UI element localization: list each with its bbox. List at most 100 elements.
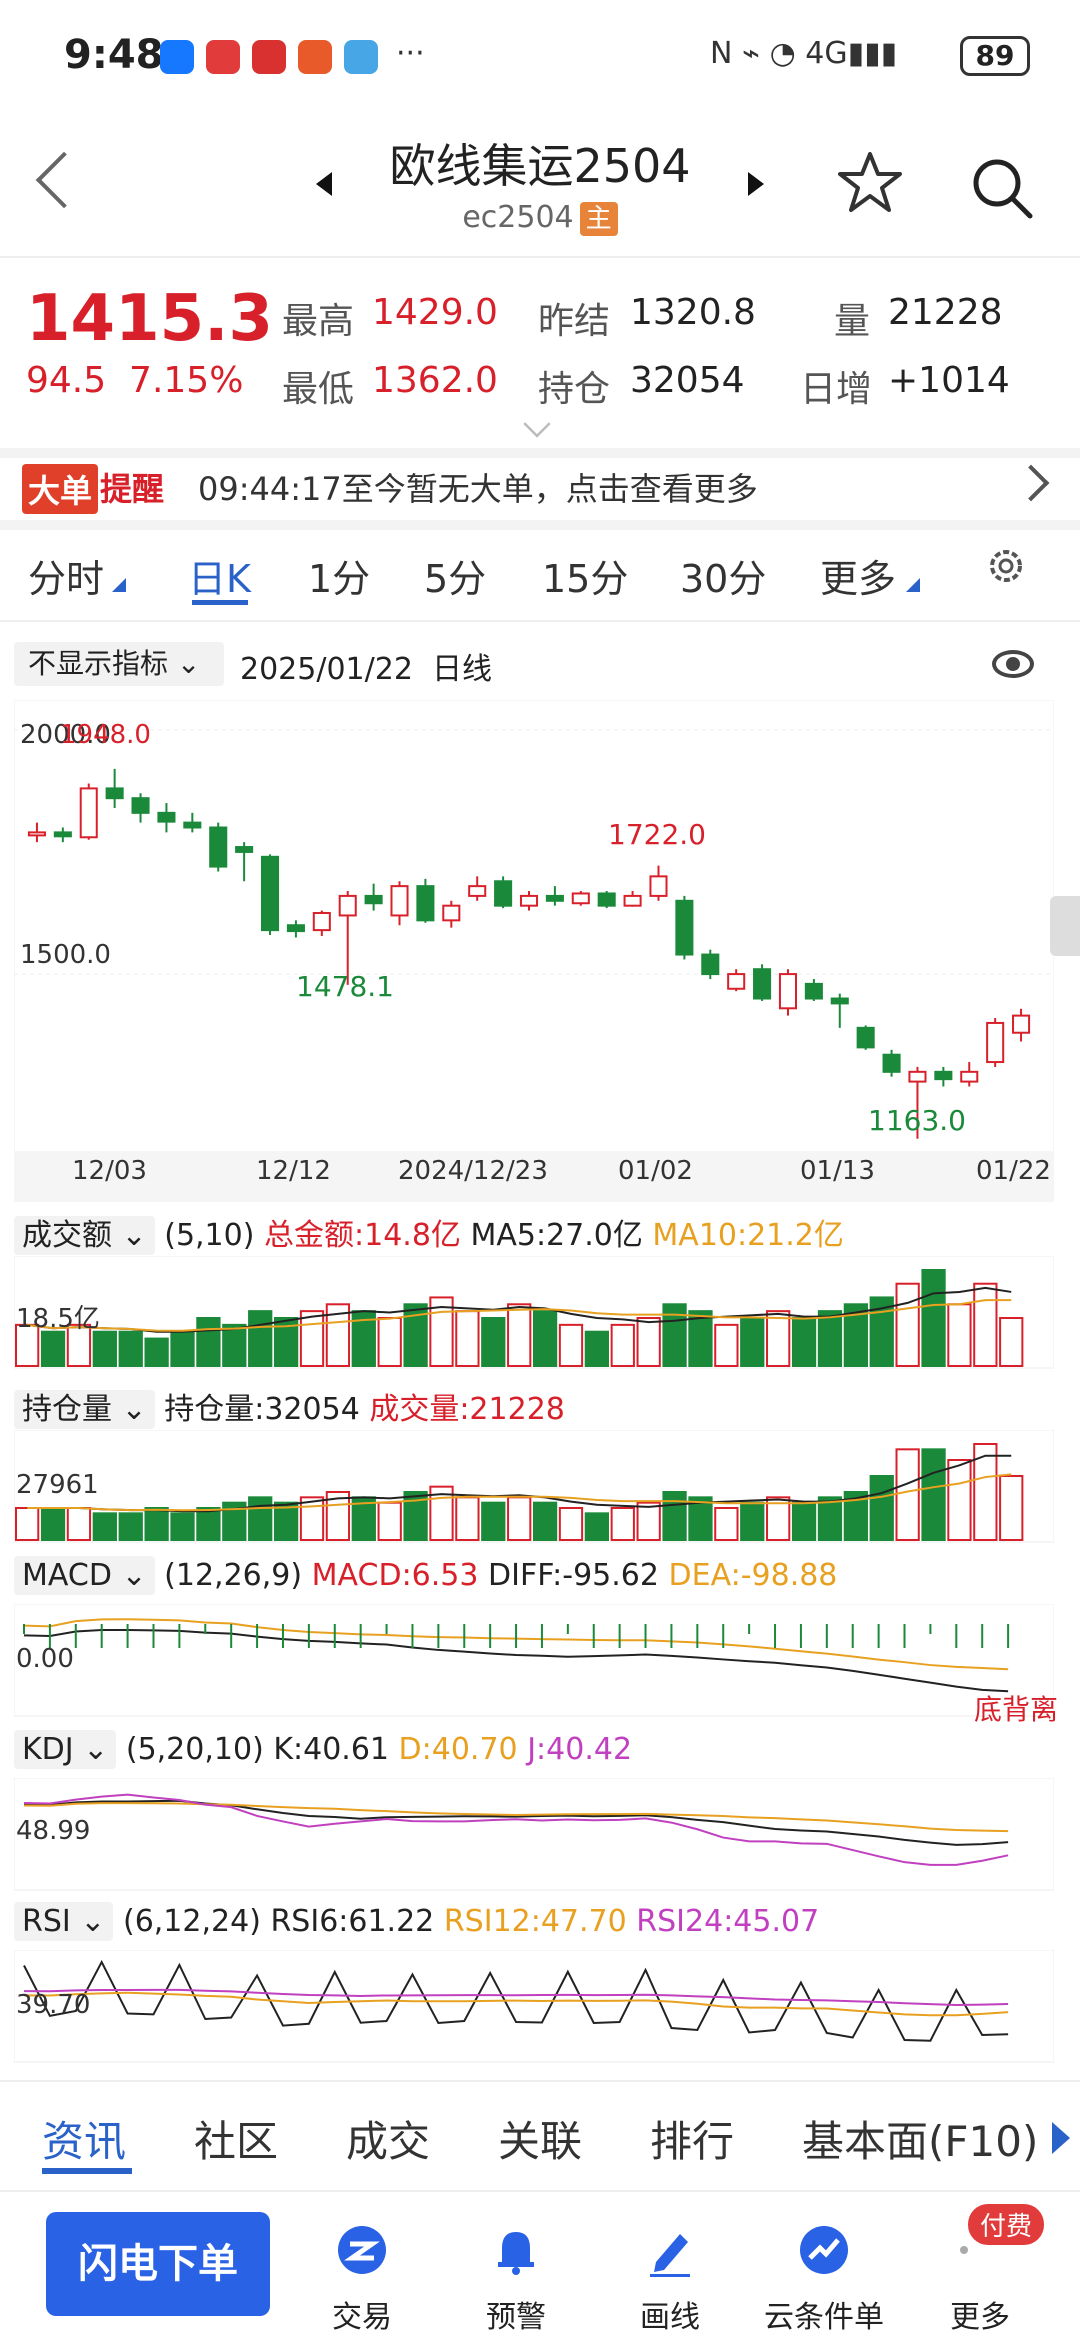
volchart-bar [455,1310,480,1367]
vol-indicator-select[interactable]: 成交额 ⌄ [14,1216,155,1255]
contract-code-text: ec2504 [462,200,574,235]
indicator-divider [0,620,1080,622]
cloud-order-button[interactable]: 云条件单 [764,2222,884,2336]
price-change: 94.5 7.15% [26,360,243,401]
indicator-selector[interactable]: 不显示指标 ⌄ [14,642,224,686]
kline-mid-axis: 1500.0 [20,940,111,970]
macd-indicator-select[interactable]: MACD ⌄ [14,1556,155,1595]
oichart-bar [869,1475,894,1541]
candle-body [545,894,564,902]
oichart-bar [144,1507,169,1541]
candle-body [1012,1014,1031,1034]
tab-daily-k[interactable]: 日K [188,548,251,603]
alert-text[interactable]: 09:44:17至今暂无大单，点击查看更多 [198,464,758,510]
oi-value: 持仓量:32054 [164,1392,360,1427]
volchart-bar [118,1330,143,1367]
low-label: 最低 [282,369,355,410]
settings-gear-icon[interactable] [984,544,1028,588]
oi-indicator-select[interactable]: 持仓量 ⌄ [14,1390,155,1429]
vol-ma5: MA5:27.0亿 [470,1218,643,1253]
candle-body [235,846,254,853]
alert-button[interactable]: 预警 [456,2222,576,2336]
kdj-d: D:40.70 [398,1732,518,1767]
oichart-bar [248,1496,273,1542]
expand-chevron-icon[interactable] [523,410,551,438]
macd-divergence-note: 底背离 [974,1693,1059,1726]
oichart-bar [714,1507,739,1541]
volchart-bar [481,1317,506,1367]
tab-30min[interactable]: 30分 [680,548,766,603]
macd-value: MACD:6.53 [311,1558,479,1593]
candle-body [804,982,823,1000]
oichart-bar [196,1507,221,1541]
tab-ranking[interactable]: 排行 [650,2108,734,2169]
tab-community[interactable]: 社区 [194,2108,278,2169]
x-tick: 01/13 [800,1156,875,1186]
volume-value: 21228 [888,292,1003,333]
oichart-bar [507,1496,532,1542]
draw-button[interactable]: 画线 [610,2222,730,2336]
search-icon[interactable] [970,156,1034,220]
open-interest-value: 32054 [630,360,745,401]
oi-axis: 27961 [16,1470,99,1500]
app-icon-chart [344,40,378,74]
candle-body [468,885,487,897]
tabs-scroll-right-icon[interactable] [1052,2122,1070,2154]
candle-body [597,892,616,907]
tab-related[interactable]: 关联 [498,2108,582,2169]
oichart-bar [532,1501,558,1541]
side-collapse-tab[interactable] [1050,896,1080,956]
battery-level: 89 [975,39,1015,72]
app-icon-cat [298,40,332,74]
volchart-bar [222,1323,247,1367]
macd-indicator-name: MACD [22,1558,112,1593]
volchart-bar [714,1323,739,1367]
tab-trades[interactable]: 成交 [346,2108,430,2169]
candle-body [519,894,539,907]
volchart-bar [999,1317,1024,1367]
page-title: 欧线集运2504 [389,139,691,193]
rsi-indicator-select[interactable]: RSI ⌄ [14,1902,114,1941]
cloud-icon [800,2226,848,2274]
tab-timeshare[interactable]: 分时 [28,548,104,603]
oi-chart [14,1430,1054,1543]
candle-body [727,973,746,990]
tab-fundamentals[interactable]: 基本面(F10) [802,2108,1038,2169]
volchart-bar [947,1303,972,1367]
oichart-bar [610,1507,635,1541]
tab-1min[interactable]: 1分 [308,548,370,603]
more-label: 更多 [950,2300,1010,2335]
candle-body [209,826,228,868]
kdj-k: K:40.61 [273,1732,389,1767]
oichart-bar [15,1507,40,1541]
tab-news[interactable]: 资讯 [42,2108,126,2169]
oi-panel-header: 持仓量 ⌄ 持仓量:32054 成交量:21228 [14,1384,565,1429]
star-icon[interactable] [838,150,902,214]
volchart-bar [921,1269,946,1367]
tab-15min[interactable]: 15分 [542,548,628,603]
network-icons: N ⌁ ◔ 4G▮▮▮ [710,36,898,71]
rsi-12: RSI12:47.70 [443,1904,627,1939]
daily-increase-label: 日增 [800,369,873,410]
oichart-bar [895,1448,920,1541]
tab-more[interactable]: 更多 [820,548,896,603]
kdj-indicator-select[interactable]: KDJ ⌄ [14,1730,117,1769]
rsi-6: RSI6:61.22 [270,1904,435,1939]
volchart-bar [507,1303,532,1367]
volume-label: 量 [834,301,871,342]
tab-5min[interactable]: 5分 [424,548,486,603]
flash-order-button[interactable]: 闪电下单 [46,2212,270,2316]
candle-body [105,787,124,800]
alert-label: 预警 [486,2300,546,2335]
volchart-bar [377,1317,402,1367]
app-icon-redbox [252,40,286,74]
kline-high-mark: 1722.0 [608,818,706,851]
paid-badge: 付费 [968,2204,1045,2245]
kline-low1-mark: 1478.1 [296,970,394,1003]
trade-button[interactable]: 交易 [302,2222,422,2336]
header-divider [0,256,1080,258]
last-price: 1415.3 [26,282,273,356]
candle-body [260,855,280,932]
chart-period: 日线 [432,652,492,687]
candle-body [312,912,331,932]
